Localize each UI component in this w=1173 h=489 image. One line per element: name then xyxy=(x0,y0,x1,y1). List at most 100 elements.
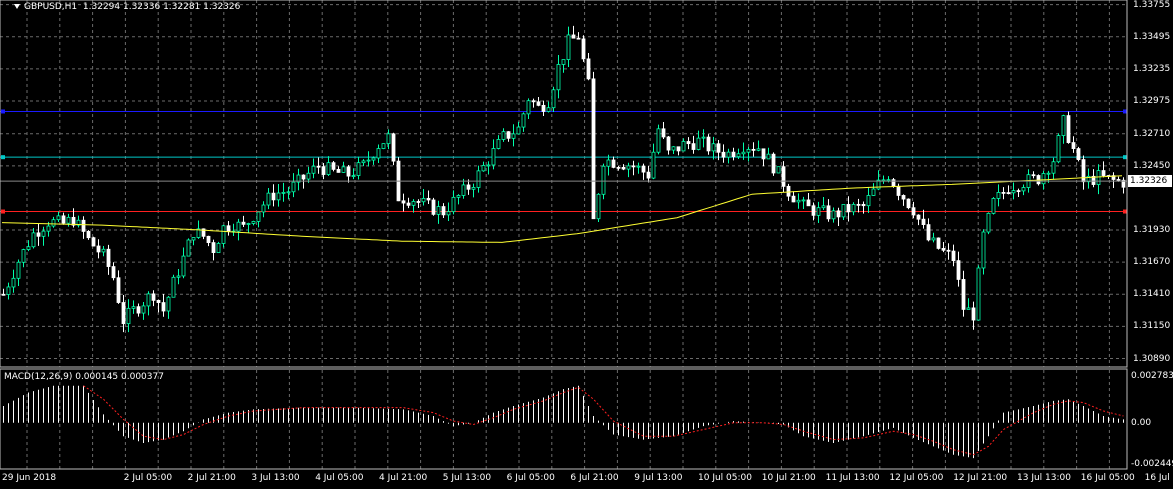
candle-body xyxy=(826,205,831,220)
caret-down-icon[interactable] xyxy=(14,4,20,9)
candle-body xyxy=(1006,192,1011,195)
candle-body xyxy=(16,261,21,279)
line-handle[interactable] xyxy=(1,109,5,114)
candle-body xyxy=(211,242,216,253)
candle-body xyxy=(461,184,466,196)
candle-body xyxy=(401,200,406,204)
candle-body xyxy=(516,126,521,135)
candle-body xyxy=(981,231,986,269)
candle-body xyxy=(671,146,676,151)
candle-body xyxy=(631,165,636,168)
candle-body xyxy=(426,197,431,201)
candle-body xyxy=(96,245,101,253)
candle-body xyxy=(931,237,936,241)
candle-body xyxy=(641,165,646,173)
time-axis-label: 11 Jul 13:00 xyxy=(825,473,880,483)
candle-body xyxy=(376,148,381,159)
candle-body xyxy=(316,165,321,168)
time-axis-label: 5 Jul 13:00 xyxy=(442,473,492,483)
candle-body xyxy=(746,148,751,153)
candle-body xyxy=(831,210,836,220)
candle-body xyxy=(751,148,756,151)
candle-body xyxy=(41,230,46,237)
candle-body xyxy=(446,211,451,216)
macd-axis-label: 0.00 xyxy=(1131,417,1152,428)
candle-body xyxy=(81,219,86,232)
candle-body xyxy=(191,237,196,241)
candle-body xyxy=(771,153,776,174)
ohlc-values: 1.32294 1.32336 1.32281 1.32326 xyxy=(82,2,241,12)
candle-body xyxy=(436,206,441,215)
candle-body xyxy=(356,162,361,176)
candle-body xyxy=(991,198,996,214)
candle-body xyxy=(926,224,931,241)
candle-body xyxy=(481,165,486,172)
candle-body xyxy=(546,107,551,112)
time-axis-label: 10 Jul 05:00 xyxy=(698,473,752,483)
candle-body xyxy=(1051,161,1056,174)
candle-body xyxy=(691,143,696,150)
candle-body xyxy=(131,306,136,309)
candle-body xyxy=(26,246,31,250)
candle-body xyxy=(571,34,576,39)
candle-body xyxy=(501,131,506,140)
time-axis-label: 6 Jul 21:00 xyxy=(570,473,619,483)
time-axis-label: 2 Jul 21:00 xyxy=(187,473,236,483)
time-axis-label: 16 Jul 21:00 xyxy=(1144,473,1173,483)
candle-body xyxy=(456,195,461,198)
candle-body xyxy=(936,237,941,249)
candle-body xyxy=(486,164,491,167)
line-handle[interactable] xyxy=(1123,109,1127,114)
candle-body xyxy=(781,166,786,187)
time-axis-label: 13 Jul 13:00 xyxy=(1017,473,1071,483)
candle-body xyxy=(216,243,221,253)
candle-body xyxy=(1081,159,1086,183)
candle-body xyxy=(1031,174,1036,177)
candle-body xyxy=(21,249,26,263)
candle-body xyxy=(66,216,71,224)
time-axis-label: 12 Jul 05:00 xyxy=(889,473,944,483)
candle-body xyxy=(431,199,436,215)
candle-body xyxy=(681,141,686,152)
candle-body xyxy=(181,255,186,277)
time-axis-label: 10 Jul 21:00 xyxy=(761,473,816,483)
candle-body xyxy=(1046,172,1051,175)
candle-body xyxy=(301,174,306,180)
line-handle[interactable] xyxy=(1123,209,1127,214)
candle-body xyxy=(791,195,796,203)
candle-body xyxy=(711,143,716,152)
candle-body xyxy=(391,133,396,162)
price-axis-label: 1.31670 xyxy=(1133,257,1171,268)
candle-body xyxy=(1056,135,1061,163)
candle-body xyxy=(861,203,866,207)
line-handle[interactable] xyxy=(1123,155,1127,160)
time-axis-label: 16 Jul 05:00 xyxy=(1080,473,1135,483)
candle-body xyxy=(336,168,341,173)
candle-body xyxy=(606,159,611,167)
candle-body xyxy=(701,136,706,139)
line-handle[interactable] xyxy=(1,155,5,160)
candle-body xyxy=(351,175,356,177)
candle-body xyxy=(871,188,876,196)
candle-body xyxy=(956,260,961,280)
candle-body xyxy=(896,185,901,196)
candle-body xyxy=(116,277,121,303)
candle-body xyxy=(371,157,376,161)
candle-body xyxy=(286,191,291,194)
candle-body xyxy=(141,305,146,314)
candle-body xyxy=(841,204,846,218)
candle-body xyxy=(706,136,711,152)
price-axis-label: 1.33235 xyxy=(1133,63,1171,74)
candle-body xyxy=(941,248,946,251)
candle-body xyxy=(496,139,501,149)
candle-body xyxy=(331,162,336,170)
candle-body xyxy=(311,165,316,174)
chart-canvas[interactable] xyxy=(0,0,1173,489)
candle-body xyxy=(556,64,561,91)
line-handle[interactable] xyxy=(1,209,5,214)
candle-body xyxy=(806,199,811,207)
candle-body xyxy=(236,221,241,232)
candle-body xyxy=(866,195,871,207)
candle-body xyxy=(626,165,631,170)
price-axis-label: 1.33495 xyxy=(1133,31,1171,42)
